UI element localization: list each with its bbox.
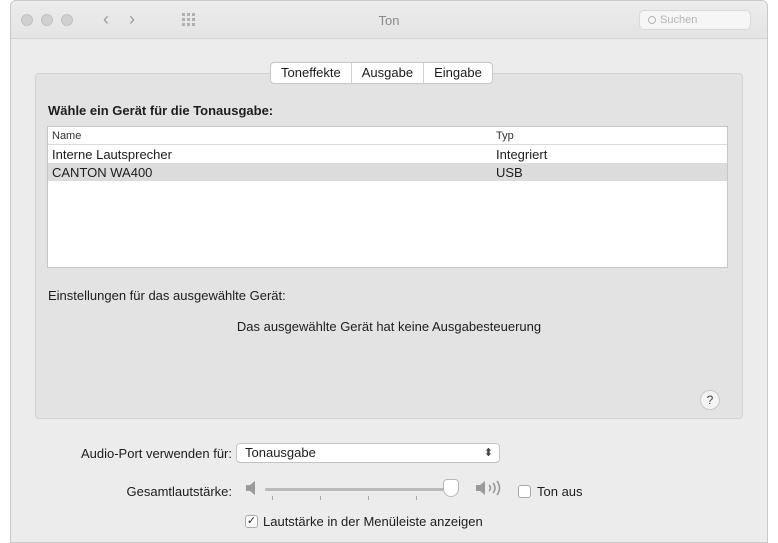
search-field[interactable]: Suchen [639,10,751,30]
title-bar: ‹ › Ton Suchen [11,1,767,39]
slider-tick [416,496,417,500]
output-section-title: Wähle ein Gerät für die Tonausgabe: [48,103,274,118]
tab-bar: Toneffekte Ausgabe Eingabe [270,62,493,84]
mute-checkbox[interactable] [518,485,531,498]
tab-ausgabe[interactable]: Ausgabe [352,63,425,83]
up-down-chevron-icon: ⬍ [483,447,493,459]
checkmark-icon: ✓ [246,515,257,527]
audio-port-select[interactable]: Tonausgabe ⬍ [236,443,500,463]
volume-label: Gesamtlautstärke: [126,484,233,499]
tab-toneffekte[interactable]: Toneffekte [271,63,352,83]
device-name: CANTON WA400 [52,165,153,180]
slider-tick [272,496,273,500]
table-row[interactable]: Interne Lautsprecher Integriert [48,145,727,163]
mute-label: Ton aus [537,484,583,499]
column-header-type[interactable]: Typ [496,130,514,142]
no-control-message: Das ausgewählte Gerät hat keine Ausgabes… [236,319,542,334]
volume-slider-thumb[interactable] [443,479,460,497]
search-icon [648,16,656,24]
tab-eingabe[interactable]: Eingabe [424,63,492,83]
help-button[interactable]: ? [700,390,720,410]
table-row[interactable]: CANTON WA400 USB [48,163,727,181]
table-header: Name Typ [48,127,727,145]
settings-label: Einstellungen für das ausgewählte Gerät: [48,288,286,303]
speaker-high-icon [476,480,501,496]
audio-port-value: Tonausgabe [245,445,316,460]
device-type: Integriert [496,147,548,162]
show-volume-in-menubar-checkbox[interactable]: ✓ [245,515,258,528]
search-placeholder: Suchen [660,14,698,26]
slider-tick [368,496,369,500]
volume-slider-fill [265,488,452,491]
device-name: Interne Lautsprecher [52,147,172,162]
show-volume-in-menubar-label: Lautstärke in der Menüleiste anzeigen [263,514,483,529]
device-table: Name Typ Interne Lautsprecher Integriert… [47,126,728,268]
column-header-name[interactable]: Name [52,130,81,142]
speaker-low-icon [246,481,255,495]
device-type: USB [496,165,523,180]
volume-slider[interactable] [265,488,457,491]
slider-tick [320,496,321,500]
audio-port-label: Audio-Port verwenden für: [80,446,232,461]
